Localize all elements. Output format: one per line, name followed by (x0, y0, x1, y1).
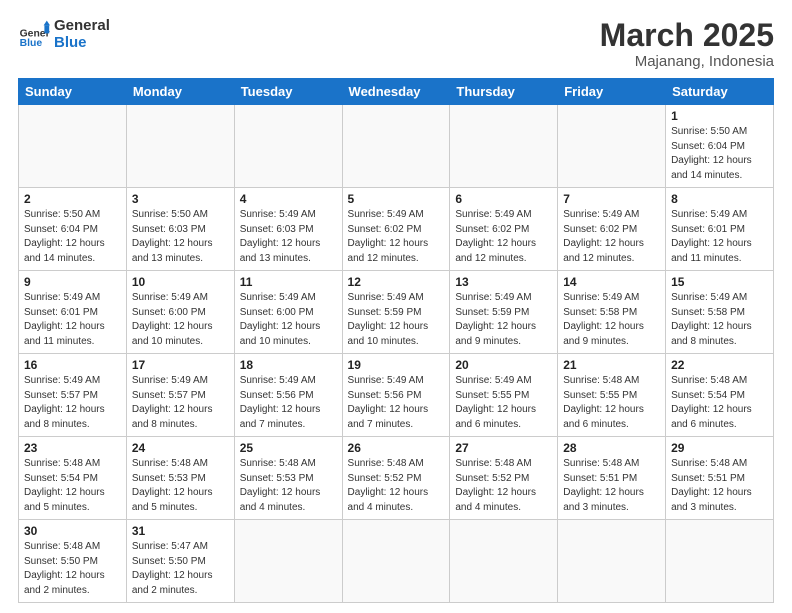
day-3: 3 Sunrise: 5:50 AMSunset: 6:03 PMDayligh… (126, 188, 234, 271)
day-8: 8 Sunrise: 5:49 AMSunset: 6:01 PMDayligh… (666, 188, 774, 271)
table-row: 16 Sunrise: 5:49 AMSunset: 5:57 PMDaylig… (19, 354, 774, 437)
day-10: 10 Sunrise: 5:49 AMSunset: 6:00 PMDaylig… (126, 271, 234, 354)
table-row: 30 Sunrise: 5:48 AMSunset: 5:50 PMDaylig… (19, 520, 774, 603)
empty-cell (234, 105, 342, 188)
day-11: 11 Sunrise: 5:49 AMSunset: 6:00 PMDaylig… (234, 271, 342, 354)
header-saturday: Saturday (666, 79, 774, 105)
day-26: 26 Sunrise: 5:48 AMSunset: 5:52 PMDaylig… (342, 437, 450, 520)
day-31: 31 Sunrise: 5:47 AMSunset: 5:50 PMDaylig… (126, 520, 234, 603)
empty-cell (234, 520, 342, 603)
header-thursday: Thursday (450, 79, 558, 105)
empty-cell (450, 520, 558, 603)
day-13: 13 Sunrise: 5:49 AMSunset: 5:59 PMDaylig… (450, 271, 558, 354)
day-29: 29 Sunrise: 5:48 AMSunset: 5:51 PMDaylig… (666, 437, 774, 520)
header-tuesday: Tuesday (234, 79, 342, 105)
empty-cell (558, 105, 666, 188)
day-9: 9 Sunrise: 5:49 AMSunset: 6:01 PMDayligh… (19, 271, 127, 354)
day-4: 4 Sunrise: 5:49 AMSunset: 6:03 PMDayligh… (234, 188, 342, 271)
empty-cell (342, 105, 450, 188)
logo: General Blue General Blue (18, 18, 110, 51)
day-28: 28 Sunrise: 5:48 AMSunset: 5:51 PMDaylig… (558, 437, 666, 520)
calendar-table: Sunday Monday Tuesday Wednesday Thursday… (18, 78, 774, 603)
logo-blue: Blue (54, 35, 110, 52)
day-24: 24 Sunrise: 5:48 AMSunset: 5:53 PMDaylig… (126, 437, 234, 520)
month-title: March 2025 (600, 18, 774, 53)
title-block: March 2025 Majanang, Indonesia (600, 18, 774, 70)
table-row: 2 Sunrise: 5:50 AMSunset: 6:04 PMDayligh… (19, 188, 774, 271)
day-5: 5 Sunrise: 5:49 AMSunset: 6:02 PMDayligh… (342, 188, 450, 271)
header-friday: Friday (558, 79, 666, 105)
day-18: 18 Sunrise: 5:49 AMSunset: 5:56 PMDaylig… (234, 354, 342, 437)
header-sunday: Sunday (19, 79, 127, 105)
day-17: 17 Sunrise: 5:49 AMSunset: 5:57 PMDaylig… (126, 354, 234, 437)
day-12: 12 Sunrise: 5:49 AMSunset: 5:59 PMDaylig… (342, 271, 450, 354)
empty-cell (450, 105, 558, 188)
day-16: 16 Sunrise: 5:49 AMSunset: 5:57 PMDaylig… (19, 354, 127, 437)
empty-cell (558, 520, 666, 603)
logo-icon: General Blue (18, 19, 50, 51)
empty-cell (666, 520, 774, 603)
location: Majanang, Indonesia (600, 53, 774, 70)
day-19: 19 Sunrise: 5:49 AMSunset: 5:56 PMDaylig… (342, 354, 450, 437)
day-20: 20 Sunrise: 5:49 AMSunset: 5:55 PMDaylig… (450, 354, 558, 437)
day-14: 14 Sunrise: 5:49 AMSunset: 5:58 PMDaylig… (558, 271, 666, 354)
empty-cell (126, 105, 234, 188)
table-row: 1 Sunrise: 5:50 AMSunset: 6:04 PMDayligh… (19, 105, 774, 188)
day-2: 2 Sunrise: 5:50 AMSunset: 6:04 PMDayligh… (19, 188, 127, 271)
empty-cell (19, 105, 127, 188)
day-1: 1 Sunrise: 5:50 AMSunset: 6:04 PMDayligh… (666, 105, 774, 188)
day-23: 23 Sunrise: 5:48 AMSunset: 5:54 PMDaylig… (19, 437, 127, 520)
day-27: 27 Sunrise: 5:48 AMSunset: 5:52 PMDaylig… (450, 437, 558, 520)
weekday-header-row: Sunday Monday Tuesday Wednesday Thursday… (19, 79, 774, 105)
day-15: 15 Sunrise: 5:49 AMSunset: 5:58 PMDaylig… (666, 271, 774, 354)
svg-text:Blue: Blue (20, 38, 43, 49)
table-row: 23 Sunrise: 5:48 AMSunset: 5:54 PMDaylig… (19, 437, 774, 520)
calendar-page: General Blue General Blue March 2025 Maj… (0, 0, 792, 613)
day-21: 21 Sunrise: 5:48 AMSunset: 5:55 PMDaylig… (558, 354, 666, 437)
day-30: 30 Sunrise: 5:48 AMSunset: 5:50 PMDaylig… (19, 520, 127, 603)
header-wednesday: Wednesday (342, 79, 450, 105)
logo-general: General (54, 18, 110, 35)
empty-cell (342, 520, 450, 603)
header-monday: Monday (126, 79, 234, 105)
day-22: 22 Sunrise: 5:48 AMSunset: 5:54 PMDaylig… (666, 354, 774, 437)
day-7: 7 Sunrise: 5:49 AMSunset: 6:02 PMDayligh… (558, 188, 666, 271)
table-row: 9 Sunrise: 5:49 AMSunset: 6:01 PMDayligh… (19, 271, 774, 354)
day-6: 6 Sunrise: 5:49 AMSunset: 6:02 PMDayligh… (450, 188, 558, 271)
day-25: 25 Sunrise: 5:48 AMSunset: 5:53 PMDaylig… (234, 437, 342, 520)
header: General Blue General Blue March 2025 Maj… (18, 18, 774, 70)
